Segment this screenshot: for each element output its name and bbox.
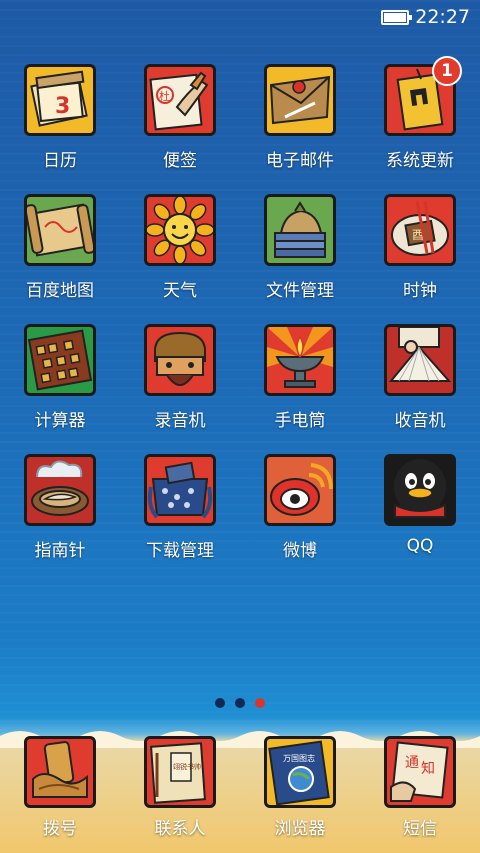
app-weibo[interactable]: 微博	[240, 448, 360, 578]
notes-tile: 杜	[144, 64, 216, 136]
status-right: 22:27	[381, 6, 470, 28]
dock-app-messages[interactable]: 通 知 短信	[360, 730, 480, 853]
app-file-manager[interactable]: 文件管理	[240, 188, 360, 318]
recorder-tile	[144, 324, 216, 396]
app-flashlight[interactable]: 手电筒	[240, 318, 360, 448]
browser-tile: 万国图志	[264, 736, 336, 808]
phone-scroll-icon	[20, 732, 100, 812]
radio-fan-icon	[380, 320, 460, 400]
app-radio[interactable]: 收音机	[360, 318, 480, 448]
weather-tile	[144, 194, 216, 266]
status-bar: 22:27	[0, 0, 480, 34]
app-compass[interactable]: 指南针	[0, 448, 120, 578]
app-calculator[interactable]: 计算器	[0, 318, 120, 448]
calculator-tile	[24, 324, 96, 396]
app-label: 时钟	[403, 281, 437, 301]
weather-sun-icon	[140, 190, 220, 270]
messages-tile: 通 知	[384, 736, 456, 808]
dock-app-contacts[interactable]: 翊锐书帅 联系人	[120, 730, 240, 853]
compass-tile	[24, 454, 96, 526]
app-label: 指南针	[34, 541, 86, 561]
dock-app-phone[interactable]: 拨号	[0, 730, 120, 853]
flashlight-tile	[264, 324, 336, 396]
app-label: 微博	[283, 541, 317, 561]
calculator-abacus-icon	[20, 320, 100, 400]
page-dot-3-active[interactable]	[255, 698, 265, 708]
dock-app-label: 短信	[403, 819, 437, 839]
calendar-number: 3	[55, 94, 70, 119]
battery-fill	[384, 12, 407, 22]
dock-app-label: 拨号	[43, 819, 77, 839]
app-label: 录音机	[154, 411, 206, 431]
status-time: 22:27	[415, 6, 470, 28]
app-label: 系统更新	[386, 151, 454, 171]
page-dot-1[interactable]	[215, 698, 225, 708]
notes-char: 杜	[159, 89, 170, 103]
download-bag-icon	[140, 450, 220, 530]
dock: 拨号 翊锐书帅 联系人 万国图志 浏览器 通 知 短信	[0, 730, 480, 853]
app-label: 下载管理	[146, 541, 214, 561]
clock-tile: 酉	[384, 194, 456, 266]
app-system-update[interactable]: 1 系统更新	[360, 56, 480, 188]
contacts-book-icon: 翊锐书帅	[140, 732, 220, 812]
app-label: 日历	[43, 151, 77, 171]
dock-app-label: 浏览器	[274, 819, 326, 839]
page-dot-2[interactable]	[235, 698, 245, 708]
app-label: 百度地图	[26, 281, 94, 301]
app-label: 便签	[163, 151, 197, 171]
browser-book-icon: 万国图志	[260, 732, 340, 812]
messages-char-2: 知	[421, 760, 435, 777]
email-icon	[260, 60, 340, 140]
calendar-icon: 3	[20, 60, 100, 140]
email-tile	[264, 64, 336, 136]
notes-icon: 杜	[140, 60, 220, 140]
app-map[interactable]: 百度地图	[0, 188, 120, 318]
phone-tile	[24, 736, 96, 808]
download-tile	[144, 454, 216, 526]
file-manager-icon	[260, 190, 340, 270]
app-label: QQ	[406, 536, 434, 556]
compass-icon	[20, 450, 100, 530]
app-email[interactable]: 电子邮件	[240, 58, 360, 188]
app-label: 计算器	[34, 411, 86, 431]
page-indicator	[0, 698, 480, 708]
battery-icon	[381, 9, 413, 25]
qq-tile	[384, 454, 456, 526]
app-calendar[interactable]: 3 日历	[0, 58, 120, 188]
message-letter-icon: 通 知	[380, 732, 460, 812]
calendar-tile: 3	[24, 64, 96, 136]
app-clock[interactable]: 酉 时钟	[360, 188, 480, 318]
weibo-icon	[260, 450, 340, 530]
flashlight-lamp-icon	[260, 320, 340, 400]
app-label: 手电筒	[274, 411, 326, 431]
clock-icon: 酉	[380, 190, 460, 270]
app-label: 天气	[163, 281, 197, 301]
contacts-tile: 翊锐书帅	[144, 736, 216, 808]
browser-title: 万国图志	[283, 753, 315, 763]
map-icon	[20, 190, 100, 270]
contacts-title: 翊锐书帅	[173, 762, 201, 771]
app-download-manager[interactable]: 下载管理	[120, 448, 240, 578]
app-notes[interactable]: 杜 便签	[120, 58, 240, 188]
app-label: 收音机	[394, 411, 446, 431]
map-tile	[24, 194, 96, 266]
qq-penguin-icon	[380, 450, 460, 530]
recorder-mask-icon	[140, 320, 220, 400]
dock-app-label: 联系人	[154, 819, 206, 839]
system-update-icon: 1	[380, 56, 462, 140]
file-manager-tile	[264, 194, 336, 266]
app-weather[interactable]: 天气	[120, 188, 240, 318]
app-qq[interactable]: QQ	[360, 448, 480, 578]
update-count-badge: 1	[432, 56, 462, 86]
radio-tile	[384, 324, 456, 396]
app-grid: 3 日历 杜 便签 电子邮件 1 系统更新 百度地图 天气 文件管理 酉 时钟 …	[0, 56, 480, 578]
app-label: 电子邮件	[266, 151, 334, 171]
messages-char-1: 通	[405, 755, 419, 771]
app-label: 文件管理	[266, 281, 334, 301]
weibo-tile	[264, 454, 336, 526]
app-recorder[interactable]: 录音机	[120, 318, 240, 448]
dock-app-browser[interactable]: 万国图志 浏览器	[240, 730, 360, 853]
